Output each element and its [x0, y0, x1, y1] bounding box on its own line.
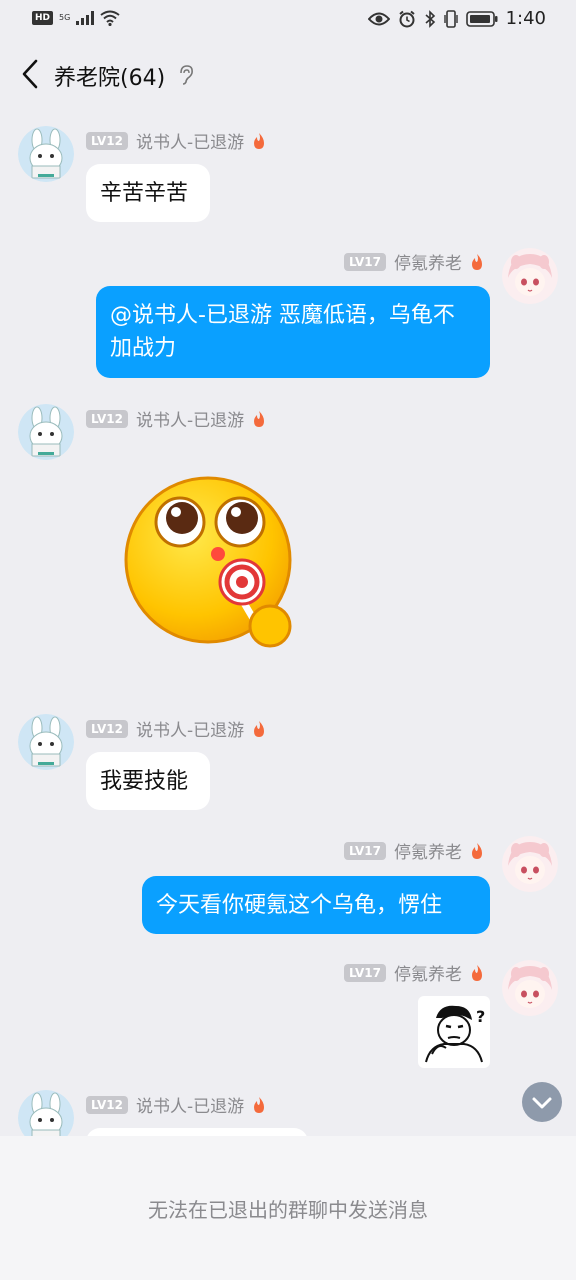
exited-group-notice: 无法在已退出的群聊中发送消息: [148, 1198, 428, 1222]
flame-icon: [254, 1096, 265, 1113]
flame-icon: [254, 410, 265, 427]
chevron-down-icon: [532, 1097, 552, 1109]
avatar[interactable]: [18, 126, 74, 182]
vibrate-icon: [443, 9, 458, 28]
chat-header: 养老院(64): [0, 40, 576, 108]
avatar[interactable]: [18, 1090, 74, 1136]
earpiece-mode-icon: [180, 65, 193, 85]
anime-girl-avatar-icon: [502, 836, 558, 892]
flame-icon: [471, 964, 482, 981]
message-bubble[interactable]: @说书人-已退游 恶魔低语，乌龟不加战力: [96, 286, 490, 378]
level-badge: LV12: [86, 409, 128, 428]
flame-icon: [254, 132, 265, 149]
hd-indicator: HD: [32, 11, 54, 25]
sender-name[interactable]: 停氪养老: [394, 960, 462, 985]
sender-name[interactable]: 说书人-已退游: [136, 716, 244, 741]
input-disabled-area: 无法在已退出的群聊中发送消息: [0, 1136, 576, 1280]
bluetooth-icon: [425, 9, 435, 28]
level-badge: LV12: [86, 1095, 128, 1114]
message-bubble[interactable]: 我要技能: [86, 752, 210, 810]
message-bubble[interactable]: 辛苦辛苦: [86, 164, 210, 222]
level-badge: LV12: [86, 131, 128, 150]
flame-icon: [471, 253, 482, 270]
sender-name[interactable]: 说书人-已退游: [136, 128, 244, 153]
back-arrow-icon[interactable]: [18, 58, 44, 90]
eye-icon: [367, 12, 390, 25]
message-bubble[interactable]: [86, 1128, 308, 1136]
sender-name[interactable]: 说书人-已退游: [136, 406, 244, 431]
level-badge: LV17: [344, 252, 386, 271]
sender-name[interactable]: 停氪养老: [394, 249, 462, 274]
bunny-avatar-icon: [18, 126, 74, 182]
sender-name[interactable]: 停氪养老: [394, 838, 462, 863]
lollipop-emoji-sticker[interactable]: [122, 474, 302, 656]
signal-icon: [76, 11, 95, 25]
message-bubble[interactable]: 今天看你硬氪这个乌龟，愣住: [142, 876, 490, 934]
wifi-icon: [100, 10, 120, 26]
flame-icon: [471, 842, 482, 859]
level-badge: LV12: [86, 719, 128, 738]
avatar[interactable]: [18, 714, 74, 770]
avatar[interactable]: [502, 248, 558, 304]
chat-message-list[interactable]: LV12 说书人-已退游 辛苦辛苦 LV17 停氪养老 @说书人-已退游 恶魔低…: [0, 108, 576, 1136]
svg-text:?: ?: [476, 1007, 485, 1026]
clock: 1:40: [505, 8, 546, 29]
level-badge: LV17: [344, 841, 386, 860]
confused-man-meme-sticker[interactable]: ?: [418, 996, 490, 1068]
avatar[interactable]: [18, 404, 74, 460]
flame-icon: [254, 720, 265, 737]
anime-girl-avatar-icon: [502, 248, 558, 304]
bunny-avatar-icon: [18, 714, 74, 770]
avatar[interactable]: [502, 960, 558, 1016]
network-type: 5G: [59, 13, 71, 22]
sender-name[interactable]: 说书人-已退游: [136, 1092, 244, 1117]
bunny-avatar-icon: [18, 404, 74, 460]
battery-icon: [465, 10, 498, 27]
level-badge: LV17: [344, 963, 386, 982]
scroll-to-bottom-button[interactable]: [522, 1082, 562, 1122]
bunny-avatar-icon: [18, 1090, 74, 1136]
status-bar: HD 5G 1:40: [0, 0, 576, 40]
anime-girl-avatar-icon: [502, 960, 558, 1016]
chat-title[interactable]: 养老院(64): [54, 60, 165, 92]
avatar[interactable]: [502, 836, 558, 892]
alarm-icon: [398, 10, 415, 27]
